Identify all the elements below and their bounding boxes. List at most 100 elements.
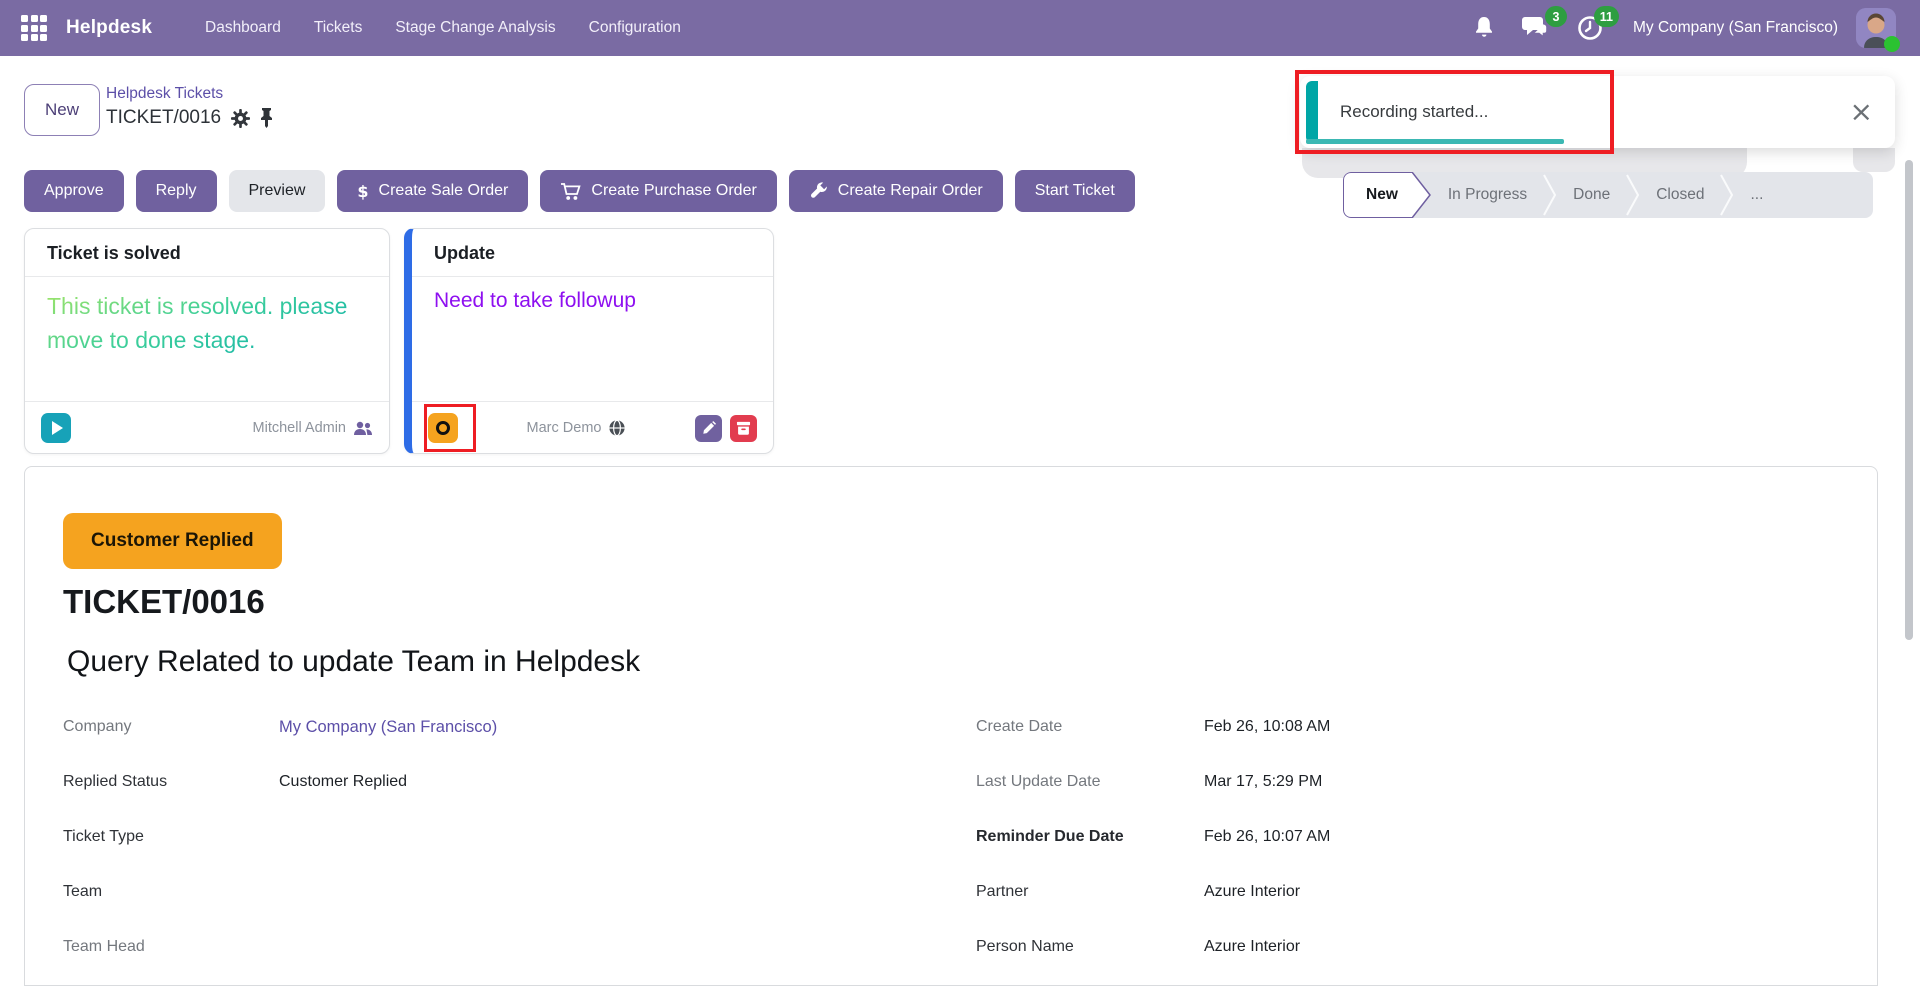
action-buttons-row: Approve Reply Preview $ Create Sale Orde…	[24, 170, 1135, 212]
create-sale-order-button[interactable]: $ Create Sale Order	[337, 170, 529, 212]
chevron-right-icon	[1543, 172, 1557, 218]
gear-icon[interactable]	[231, 108, 251, 128]
create-purchase-order-button[interactable]: Create Purchase Order	[540, 170, 777, 212]
company-switcher[interactable]: My Company (San Francisco)	[1633, 19, 1838, 37]
ticket-form-sheet: Customer Replied TICKET/0016 Query Relat…	[24, 466, 1878, 986]
stage-new[interactable]: New	[1343, 172, 1412, 218]
field-last-update-date: Last Update Date Mar 17, 5:29 PM	[976, 770, 1330, 794]
stage-closed[interactable]: Closed	[1640, 172, 1720, 218]
field-company: Company My Company (San Francisco)	[63, 715, 497, 739]
play-icon	[52, 421, 63, 435]
field-value[interactable]: Azure Interior	[1204, 938, 1300, 956]
active-stage-arrow	[1411, 172, 1431, 218]
pencil-icon	[702, 421, 716, 434]
reply-button[interactable]: Reply	[135, 170, 217, 212]
field-label: Create Date	[976, 718, 1063, 735]
apps-grid-icon[interactable]	[21, 15, 47, 41]
new-button[interactable]: New	[24, 84, 100, 136]
approve-button[interactable]: Approve	[24, 170, 124, 212]
field-label: Last Update Date	[976, 773, 1101, 790]
nav-item-tickets[interactable]: Tickets	[314, 19, 363, 37]
field-reminder-due-date: Reminder Due Date Feb 26, 10:07 AM	[976, 825, 1330, 849]
breadcrumb-parent-link[interactable]: Helpdesk Tickets	[106, 85, 273, 103]
fields-right-column: Create Date Feb 26, 10:08 AM Last Update…	[976, 715, 1330, 990]
create-repair-order-button[interactable]: Create Repair Order	[788, 170, 1003, 212]
fields-left-column: Company My Company (San Francisco) Repli…	[63, 715, 497, 990]
play-button[interactable]	[41, 413, 71, 443]
preview-button[interactable]: Preview	[228, 170, 326, 212]
cart-icon	[560, 182, 582, 201]
note-author: Marc Demo	[526, 420, 602, 436]
field-label: Company	[63, 718, 132, 735]
messages-icon[interactable]: 3	[1521, 6, 1567, 41]
ticket-reference: TICKET/0016	[63, 583, 265, 620]
field-person-name: Person Name Azure Interior	[976, 935, 1330, 959]
status-badge: Customer Replied	[63, 513, 282, 569]
record-button[interactable]	[428, 413, 458, 443]
field-label: Team Head	[63, 938, 145, 955]
user-avatar[interactable]	[1856, 8, 1900, 52]
archive-icon	[736, 421, 751, 435]
note-card-body: This ticket is resolved. please move to …	[47, 289, 357, 357]
field-label: Reminder Due Date	[976, 828, 1124, 845]
nav-menu: Dashboard Tickets Stage Change Analysis …	[205, 0, 681, 56]
recording-toast: Recording started... ×	[1300, 76, 1895, 148]
activities-clock-icon[interactable]: 11	[1577, 6, 1619, 41]
stage-more[interactable]: ...	[1734, 172, 1779, 218]
vertical-scrollbar[interactable]	[1905, 160, 1913, 640]
nav-item-dashboard[interactable]: Dashboard	[205, 19, 281, 37]
close-icon[interactable]: ×	[1850, 98, 1873, 126]
note-card-ticket-solved: Ticket is solved This ticket is resolved…	[24, 228, 390, 454]
edit-button[interactable]	[695, 414, 722, 442]
stage-in-progress[interactable]: In Progress	[1432, 172, 1543, 218]
field-label: Ticket Type	[63, 828, 144, 845]
nav-item-stage-change-analysis[interactable]: Stage Change Analysis	[395, 19, 555, 37]
nav-item-configuration[interactable]: Configuration	[589, 19, 681, 37]
field-value[interactable]: Azure Interior	[1204, 883, 1300, 901]
toast-accent-bar	[1306, 81, 1318, 143]
stage-pipeline: New In Progress Done Closed ...	[1343, 172, 1873, 218]
field-label: Person Name	[976, 938, 1074, 955]
field-team-head: Team Head	[63, 935, 497, 959]
dollar-icon: $	[357, 181, 369, 201]
company-link[interactable]: My Company (San Francisco)	[279, 718, 497, 737]
field-team: Team	[63, 880, 497, 904]
field-label: Partner	[976, 883, 1029, 900]
pin-icon[interactable]	[260, 108, 273, 128]
online-status-dot	[1884, 36, 1900, 52]
field-ticket-type: Ticket Type	[63, 825, 497, 849]
note-card-title: Update	[434, 243, 496, 263]
breadcrumb: Helpdesk Tickets TICKET/0016	[106, 85, 273, 129]
field-value[interactable]: Mar 17, 5:29 PM	[1204, 773, 1322, 791]
archive-button[interactable]	[730, 414, 757, 442]
field-label: Replied Status	[63, 773, 168, 790]
breadcrumb-current: TICKET/0016	[106, 107, 222, 128]
toast-progress-bar	[1306, 139, 1564, 144]
wrench-icon	[809, 181, 828, 201]
field-create-date: Create Date Feb 26, 10:08 AM	[976, 715, 1330, 739]
field-replied-status: Replied Status Customer Replied	[63, 770, 497, 794]
chevron-right-icon	[1626, 172, 1640, 218]
top-navbar: Helpdesk Dashboard Tickets Stage Change …	[0, 0, 1920, 56]
activities-badge: 11	[1593, 6, 1619, 27]
toast-message: Recording started...	[1340, 102, 1489, 121]
field-value[interactable]: Feb 26, 10:08 AM	[1204, 718, 1330, 736]
bell-icon[interactable]	[1473, 16, 1495, 40]
field-value[interactable]: Feb 26, 10:07 AM	[1204, 828, 1330, 846]
field-partner: Partner Azure Interior	[976, 880, 1330, 904]
app-brand[interactable]: Helpdesk	[66, 0, 152, 56]
toast-shadow-corner	[1853, 148, 1895, 172]
record-icon	[436, 421, 450, 435]
note-card-body: Need to take followup	[434, 289, 636, 312]
field-value[interactable]: Customer Replied	[279, 773, 407, 791]
field-label: Team	[63, 883, 103, 900]
ticket-subject[interactable]: Query Related to update Team in Helpdesk	[67, 645, 640, 679]
globe-icon	[608, 419, 626, 437]
messages-badge: 3	[1544, 6, 1567, 27]
stage-done[interactable]: Done	[1557, 172, 1626, 218]
note-author: Mitchell Admin	[252, 420, 346, 436]
nav-right: 3 11 My Company (San Francisco)	[1473, 0, 1920, 56]
users-icon	[353, 420, 373, 436]
chevron-right-icon	[1720, 172, 1734, 218]
start-ticket-button[interactable]: Start Ticket	[1014, 170, 1135, 212]
